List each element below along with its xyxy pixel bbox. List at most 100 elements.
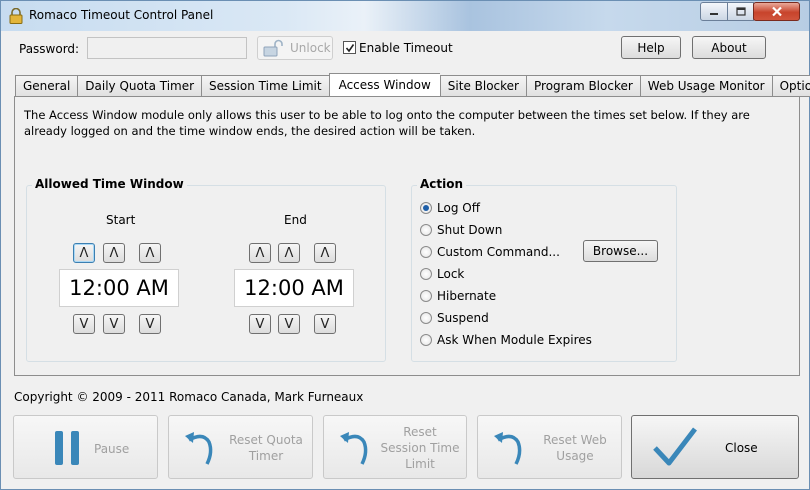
option-label: Log Off bbox=[437, 201, 480, 215]
lock-icon bbox=[9, 8, 23, 24]
end-ampm-down-button[interactable]: V bbox=[314, 314, 336, 334]
chevron-up-icon: Λ bbox=[79, 245, 89, 261]
tab-site-blocker[interactable]: Site Blocker bbox=[439, 75, 526, 97]
close-button[interactable]: Close bbox=[631, 415, 799, 479]
close-label: Close bbox=[725, 441, 758, 455]
chevron-down-icon: V bbox=[284, 316, 294, 332]
end-hour-down-button[interactable]: V bbox=[249, 314, 271, 334]
chevron-up-icon: Λ bbox=[145, 245, 155, 261]
radio-selected-icon[interactable] bbox=[420, 202, 432, 214]
checkmark-icon bbox=[345, 43, 354, 52]
tab-general[interactable]: General bbox=[15, 75, 78, 97]
group-title: Allowed Time Window bbox=[32, 177, 187, 191]
start-minute-up-button[interactable]: Λ bbox=[103, 243, 125, 263]
copyright-text: Copyright © 2009 - 2011 Romaco Canada, M… bbox=[14, 390, 364, 404]
unlock-button[interactable]: Unlock bbox=[257, 36, 333, 60]
browse-button[interactable]: Browse... bbox=[583, 240, 658, 262]
chevron-down-icon: V bbox=[109, 316, 119, 332]
action-option-log-off[interactable]: Log Off bbox=[420, 201, 480, 215]
option-label: Suspend bbox=[437, 311, 489, 325]
radio-icon[interactable] bbox=[420, 268, 432, 280]
radio-icon[interactable] bbox=[420, 224, 432, 236]
end-time-display[interactable]: 12:00 AM bbox=[234, 269, 354, 307]
maximize-button[interactable] bbox=[727, 2, 754, 21]
option-label: Shut Down bbox=[437, 223, 503, 237]
reset-web-label: Reset Web Usage bbox=[543, 433, 607, 463]
action-group: Action Log Off Shut Down Custom Command.… bbox=[411, 177, 677, 362]
radio-icon[interactable] bbox=[420, 334, 432, 346]
enable-timeout-checkbox[interactable] bbox=[343, 41, 356, 54]
action-option-shut-down[interactable]: Shut Down bbox=[420, 223, 502, 237]
tab-session-time-limit[interactable]: Session Time Limit bbox=[201, 75, 329, 97]
action-option-lock[interactable]: Lock bbox=[420, 267, 464, 281]
chevron-down-icon: V bbox=[255, 316, 265, 332]
start-time-display[interactable]: 12:00 AM bbox=[59, 269, 179, 307]
option-label: Hibernate bbox=[437, 289, 497, 303]
start-label: Start bbox=[106, 213, 136, 227]
action-option-ask-when-expires[interactable]: Ask When Module Expires bbox=[420, 333, 592, 347]
minimize-button[interactable] bbox=[700, 2, 728, 21]
checkmark-icon bbox=[653, 427, 697, 466]
end-ampm-up-button[interactable]: Λ bbox=[314, 243, 336, 263]
start-hour-up-button[interactable]: Λ bbox=[73, 243, 95, 263]
radio-icon[interactable] bbox=[420, 312, 432, 324]
reset-quota-label: Reset Quota Timer bbox=[229, 433, 303, 463]
unlock-icon bbox=[263, 39, 283, 57]
end-minute-up-button[interactable]: Λ bbox=[278, 243, 300, 263]
enable-timeout-label[interactable]: Enable Timeout bbox=[359, 41, 453, 55]
title-bar[interactable]: Romaco Timeout Control Panel bbox=[1, 1, 809, 31]
tab-program-blocker[interactable]: Program Blocker bbox=[526, 75, 640, 97]
radio-icon[interactable] bbox=[420, 290, 432, 302]
end-minute-down-button[interactable]: V bbox=[278, 314, 300, 334]
tab-strip: General Daily Quota Timer Session Time L… bbox=[15, 73, 810, 97]
start-hour-down-button[interactable]: V bbox=[73, 314, 95, 334]
help-button[interactable]: Help bbox=[621, 36, 681, 59]
chevron-up-icon: Λ bbox=[109, 245, 119, 261]
tab-access-window[interactable]: Access Window bbox=[328, 73, 440, 97]
close-icon bbox=[771, 6, 782, 17]
end-label: End bbox=[284, 213, 307, 227]
tab-daily-quota-timer[interactable]: Daily Quota Timer bbox=[77, 75, 202, 97]
option-label: Ask When Module Expires bbox=[437, 333, 592, 347]
unlock-label: Unlock bbox=[290, 41, 331, 55]
chevron-up-icon: Λ bbox=[320, 245, 330, 261]
start-minute-down-button[interactable]: V bbox=[103, 314, 125, 334]
reset-session-label: Reset Session Time Limit bbox=[380, 425, 460, 471]
reset-web-usage-button[interactable]: Reset Web Usage bbox=[477, 415, 622, 479]
pause-icon bbox=[55, 431, 79, 465]
window-title: Romaco Timeout Control Panel bbox=[29, 8, 214, 22]
group-title: Action bbox=[417, 177, 467, 191]
chevron-down-icon: V bbox=[145, 316, 155, 332]
about-button[interactable]: About bbox=[692, 36, 766, 59]
radio-icon[interactable] bbox=[420, 246, 432, 258]
action-option-hibernate[interactable]: Hibernate bbox=[420, 289, 496, 303]
chevron-up-icon: Λ bbox=[255, 245, 265, 261]
close-window-button[interactable] bbox=[753, 2, 800, 21]
pause-label: Pause bbox=[94, 442, 130, 456]
reset-quota-timer-button[interactable]: Reset Quota Timer bbox=[168, 415, 313, 479]
undo-arrow-icon bbox=[340, 432, 368, 465]
app-window: Romaco Timeout Control Panel Password: U… bbox=[0, 0, 810, 490]
undo-arrow-icon bbox=[185, 432, 213, 465]
pause-button[interactable]: Pause bbox=[13, 415, 158, 479]
option-label: Lock bbox=[437, 267, 465, 281]
password-label: Password: bbox=[19, 42, 80, 56]
allowed-time-window-group: Allowed Time Window Start Λ Λ Λ 12:00 AM… bbox=[26, 177, 386, 362]
access-window-panel: The Access Window module only allows thi… bbox=[14, 96, 800, 376]
tab-options[interactable]: Options bbox=[771, 75, 810, 97]
password-field[interactable] bbox=[87, 37, 247, 59]
reset-session-time-limit-button[interactable]: Reset Session Time Limit bbox=[323, 415, 467, 479]
undo-arrow-icon bbox=[494, 432, 522, 465]
start-ampm-up-button[interactable]: Λ bbox=[139, 243, 161, 263]
minimize-icon bbox=[710, 12, 718, 15]
action-option-custom-command[interactable]: Custom Command... bbox=[420, 245, 560, 259]
end-hour-up-button[interactable]: Λ bbox=[249, 243, 271, 263]
tab-web-usage-monitor[interactable]: Web Usage Monitor bbox=[639, 75, 772, 97]
action-option-suspend[interactable]: Suspend bbox=[420, 311, 489, 325]
module-description: The Access Window module only allows thi… bbox=[24, 108, 750, 138]
chevron-down-icon: V bbox=[320, 316, 330, 332]
chevron-down-icon: V bbox=[79, 316, 89, 332]
maximize-icon bbox=[735, 7, 746, 16]
chevron-up-icon: Λ bbox=[284, 245, 294, 261]
start-ampm-down-button[interactable]: V bbox=[139, 314, 161, 334]
